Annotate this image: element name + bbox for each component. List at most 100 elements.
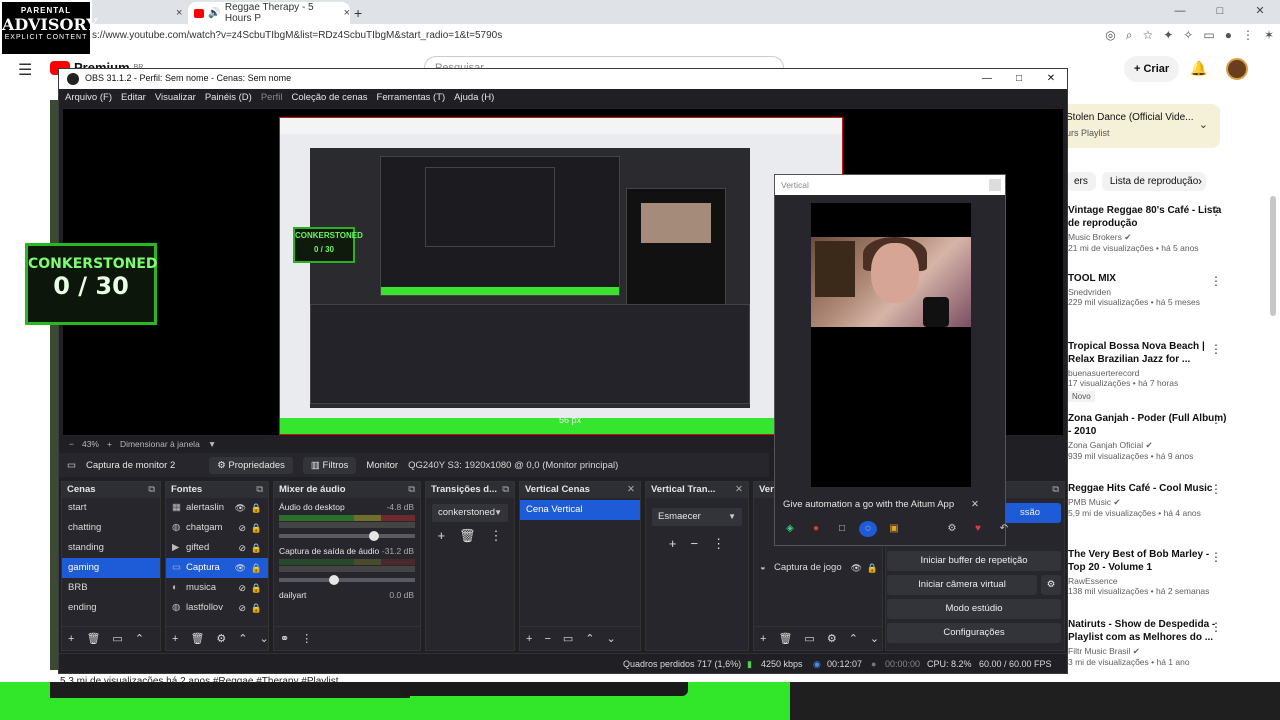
- close-icon[interactable]: ✕: [1035, 69, 1067, 89]
- browser-tab-partial[interactable]: ×: [96, 2, 182, 24]
- dock-options-icon[interactable]: ⧉: [256, 482, 263, 498]
- zoom-icon[interactable]: ⌕: [1126, 28, 1133, 43]
- more-options-icon[interactable]: ⋮: [1210, 274, 1222, 288]
- chevron-down-icon[interactable]: ⌄: [607, 632, 616, 645]
- sidebar-icon[interactable]: ▭: [1203, 28, 1214, 43]
- list-item[interactable]: Natiruts - Show de Despedida - Playlist …: [1068, 618, 1228, 667]
- eye-hidden-icon[interactable]: ⊘: [238, 598, 246, 618]
- close-banner-button[interactable]: ✕: [971, 495, 979, 515]
- vcam-settings-gear-icon[interactable]: ⚙: [1041, 575, 1061, 595]
- chevron-right-icon[interactable]: ›: [1198, 174, 1202, 188]
- browser-tab-active[interactable]: 🔊 Reggae Therapy - 5 Hours P ×: [188, 2, 350, 24]
- screenshot-icon[interactable]: ▣: [885, 521, 903, 537]
- stream-status-icon[interactable]: ◈: [781, 521, 799, 537]
- dock-options-icon[interactable]: ⧉: [502, 482, 509, 498]
- close-icon[interactable]: ✕: [627, 482, 635, 498]
- close-icon[interactable]: ✕: [735, 482, 743, 498]
- scene-item[interactable]: chatting: [62, 518, 160, 538]
- volume-slider[interactable]: [279, 575, 415, 585]
- scene-item-selected[interactable]: gaming: [62, 558, 160, 578]
- more-options-icon[interactable]: ⋮: [1210, 482, 1222, 496]
- menu-view[interactable]: Visualizar: [155, 89, 196, 107]
- add-icon[interactable]: +: [526, 633, 532, 645]
- scene-item[interactable]: standing: [62, 538, 160, 558]
- transition-select[interactable]: conkerstoned ▼: [432, 504, 508, 522]
- chrome-menu-icon[interactable]: ⋮: [1242, 28, 1254, 43]
- extensions-puzzle-icon[interactable]: ✧: [1183, 28, 1193, 43]
- properties-button[interactable]: ⚙ Propriedades: [209, 456, 293, 474]
- close-icon[interactable]: ✕: [1240, 0, 1280, 24]
- hamburger-menu-icon[interactable]: ☰: [18, 60, 32, 80]
- more-options-icon[interactable]: ⋮: [712, 536, 725, 552]
- lock-icon[interactable]: 🔒: [251, 498, 262, 518]
- add-icon[interactable]: +: [760, 633, 766, 645]
- eye-icon[interactable]: 👁: [235, 498, 246, 518]
- trash-icon[interactable]: 🗑: [778, 632, 792, 645]
- stop-icon[interactable]: □: [833, 521, 851, 537]
- notifications-bell-icon[interactable]: 🔔: [1190, 60, 1207, 77]
- record-icon[interactable]: ●: [807, 521, 825, 537]
- obs-title-bar[interactable]: OBS 31.1.2 - Perfil: Sem nome - Cenas: S…: [59, 69, 1067, 89]
- source-item[interactable]: ◍ lastfollov ⊘ 🔒: [166, 598, 268, 618]
- minimize-icon[interactable]: —: [1160, 0, 1200, 24]
- source-item[interactable]: ◍ chatgam ⊘ 🔒: [166, 518, 268, 538]
- replay-buffer-icon[interactable]: ◌: [859, 521, 877, 537]
- gear-icon[interactable]: ⚙: [216, 632, 226, 645]
- more-options-icon[interactable]: ⋮: [1210, 550, 1222, 564]
- lock-icon[interactable]: 🔒: [867, 558, 878, 578]
- scene-item[interactable]: ending: [62, 598, 160, 618]
- mixer-link-icon[interactable]: ⚭: [280, 632, 289, 645]
- create-button[interactable]: + Criar: [1124, 56, 1180, 82]
- studio-mode-button[interactable]: Modo estúdio: [887, 599, 1061, 619]
- more-options-icon[interactable]: ⋮: [1210, 620, 1222, 634]
- chip-partial[interactable]: ers: [1066, 172, 1096, 191]
- chip-playlist[interactable]: Lista de reprodução: [1101, 172, 1207, 191]
- chevron-up-icon[interactable]: ⌃: [585, 632, 594, 645]
- heart-icon[interactable]: ♥: [969, 521, 987, 537]
- list-item[interactable]: Reggae Hits Café - Cool Music PMB Music …: [1068, 482, 1228, 518]
- chevron-down-icon[interactable]: ⌄: [1199, 118, 1208, 131]
- lock-icon[interactable]: 🔒: [251, 538, 262, 558]
- eye-icon[interactable]: 👁: [235, 558, 246, 578]
- scene-filters-icon[interactable]: ▭: [112, 632, 122, 645]
- chevron-up-icon[interactable]: ⌃: [135, 632, 144, 645]
- remove-icon[interactable]: −: [544, 633, 550, 645]
- filters-button[interactable]: ▥ Filtros: [302, 456, 357, 474]
- more-options-icon[interactable]: ⋮: [490, 528, 503, 544]
- fit-to-window-button[interactable]: Dimensionar à janela: [120, 439, 200, 449]
- more-options-icon[interactable]: ⋮: [301, 632, 312, 645]
- zoom-in-button[interactable]: +: [107, 439, 112, 449]
- lock-icon[interactable]: 🔒: [251, 578, 262, 598]
- more-options-icon[interactable]: ⋮: [1210, 204, 1222, 218]
- trash-icon[interactable]: 🗑: [86, 632, 100, 645]
- eye-icon[interactable]: 👁: [851, 558, 862, 578]
- speaker-icon[interactable]: 🔊: [208, 8, 220, 19]
- avatar[interactable]: [1226, 58, 1248, 80]
- source-item[interactable]: ◐ musica ⊘ 🔒: [166, 578, 268, 598]
- undo-icon[interactable]: ↶: [995, 521, 1013, 537]
- scene-item[interactable]: start: [62, 498, 160, 518]
- add-icon[interactable]: +: [669, 536, 677, 552]
- maximize-icon[interactable]: □: [1003, 69, 1035, 89]
- lock-icon[interactable]: 🔒: [251, 598, 262, 618]
- menu-docks[interactable]: Painéis (D): [205, 89, 252, 107]
- gear-icon[interactable]: ⚙: [943, 521, 961, 537]
- settings-button[interactable]: Configurações: [887, 623, 1061, 643]
- translate-icon[interactable]: ◎: [1105, 28, 1115, 43]
- new-tab-button[interactable]: +: [354, 2, 362, 24]
- page-scrollbar[interactable]: [1270, 196, 1276, 316]
- source-item[interactable]: ▦ alertaslin 👁 🔒: [166, 498, 268, 518]
- dock-options-icon[interactable]: ⧉: [148, 482, 155, 498]
- vertical-transition-select[interactable]: Esmaecer ▼: [652, 508, 742, 526]
- replay-buffer-button[interactable]: Iniciar buffer de repetição: [887, 551, 1061, 571]
- more-options-icon[interactable]: ⋮: [1210, 412, 1222, 426]
- menu-scene-collection[interactable]: Coleção de cenas: [291, 89, 367, 107]
- menu-file[interactable]: Arquivo (F): [65, 89, 112, 107]
- dock-options-icon[interactable]: ⧉: [408, 482, 415, 498]
- virtual-camera-button[interactable]: Iniciar câmera virtual: [887, 575, 1037, 595]
- close-icon[interactable]: [989, 179, 1001, 191]
- trash-icon[interactable]: 🗑: [190, 632, 204, 645]
- add-icon[interactable]: +: [68, 633, 74, 645]
- add-icon[interactable]: +: [172, 633, 178, 645]
- monitor-select[interactable]: QG240Y S3: 1920x1080 @ 0,0 (Monitor prin…: [408, 460, 618, 471]
